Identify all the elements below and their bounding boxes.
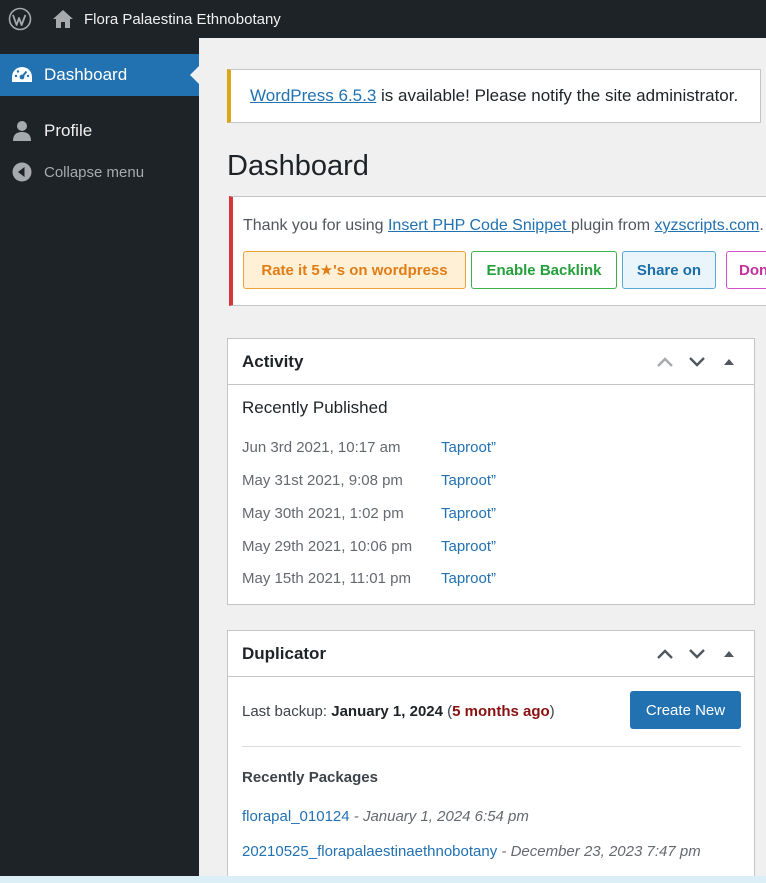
recently-published-heading: Recently Published [242, 398, 388, 417]
admin-bar: Flora Palaestina Ethnobotany [0, 0, 766, 38]
separator: - [497, 843, 511, 860]
enable-backlink-button[interactable]: Enable Backlink [471, 251, 617, 289]
move-up-icon[interactable] [652, 641, 678, 667]
plugin-link[interactable]: Insert PHP Code Snippet [388, 217, 571, 234]
plugin-notice-message: Thank you for using Insert PHP Code Snip… [243, 217, 764, 235]
notice-text: Thank you for using [243, 217, 388, 234]
widget-title: Duplicator [242, 643, 327, 663]
list-item: May 15th 2021, 11:01 pm Taproot” [242, 570, 496, 587]
activity-widget: Activity Recently Published Jun 3rd 2021… [227, 338, 755, 605]
post-title-link[interactable]: Taproot” [441, 439, 496, 456]
post-date: Jun 3rd 2021, 10:17 am [242, 439, 401, 456]
toggle-panel-icon[interactable] [716, 349, 742, 375]
collapse-menu-button[interactable]: Collapse menu [0, 155, 199, 189]
sidebar-item-label: Collapse menu [44, 163, 145, 181]
package-date: December 23, 2023 7:47 pm [510, 843, 701, 860]
post-date: May 31st 2021, 9:08 pm [242, 472, 403, 489]
site-name-link[interactable]: Flora Palaestina Ethnobotany [40, 0, 287, 38]
last-backup-text: Last backup: January 1, 2024 (5 months a… [242, 703, 555, 720]
package-link[interactable]: florapal_010124 [242, 808, 350, 825]
recent-packages-heading: Recently Packages [242, 769, 378, 786]
widget-header: Duplicator [228, 631, 754, 677]
create-new-button[interactable]: Create New [630, 691, 741, 729]
sidebar-item-label: Profile [44, 121, 93, 140]
wordpress-logo-icon[interactable] [0, 0, 40, 38]
package-date: January 1, 2024 6:54 pm [362, 808, 529, 825]
list-item: 20210525_florapalaestinaethnobotany - De… [242, 843, 701, 860]
site-name: Flora Palaestina Ethnobotany [84, 10, 281, 28]
duplicator-widget: Duplicator Last backup: January 1, 2024 … [227, 630, 755, 883]
wordpress-update-link[interactable]: WordPress 6.5.3 [250, 86, 376, 105]
notice-text: . [759, 217, 764, 234]
donate-button[interactable]: Don [726, 251, 766, 289]
package-link[interactable]: 20210525_florapalaestinaethnobotany [242, 843, 497, 860]
sidebar-item-profile[interactable]: Profile [0, 111, 199, 151]
admin-sidebar: Dashboard Profile Collapse menu [0, 38, 199, 883]
backup-date: January 1, 2024 [331, 703, 443, 720]
post-date: May 29th 2021, 10:06 pm [242, 538, 413, 555]
backup-label: Last backup: [242, 703, 332, 720]
widget-title: Activity [242, 351, 304, 371]
paren: ) [549, 703, 555, 720]
toggle-panel-icon[interactable] [716, 641, 742, 667]
paren: ( [442, 703, 453, 720]
list-item: May 31st 2021, 9:08 pm Taproot” [242, 472, 496, 489]
sidebar-item-dashboard[interactable]: Dashboard [0, 54, 199, 96]
share-button[interactable]: Share on [622, 251, 716, 289]
divider [242, 746, 741, 747]
post-title-link[interactable]: Taproot” [441, 505, 496, 522]
home-icon [53, 10, 73, 28]
rate-plugin-button[interactable]: Rate it 5★'s on wordpress [243, 251, 466, 289]
separator: - [349, 808, 363, 825]
notice-text: plugin from [570, 217, 655, 234]
post-title-link[interactable]: Taproot” [441, 472, 496, 489]
list-item: May 30th 2021, 1:02 pm Taproot” [242, 505, 496, 522]
dashboard-icon [10, 63, 34, 87]
post-title-link[interactable]: Taproot” [441, 538, 496, 555]
move-up-icon[interactable] [652, 349, 678, 375]
page-title: Dashboard [227, 150, 369, 182]
xyzscripts-link[interactable]: xyzscripts.com [654, 217, 759, 234]
list-item: florapal_010124 - January 1, 2024 6:54 p… [242, 808, 529, 825]
post-date: May 15th 2021, 11:01 pm [242, 570, 411, 587]
user-icon [10, 119, 34, 143]
move-down-icon[interactable] [684, 641, 710, 667]
widget-header: Activity [228, 339, 754, 385]
list-item: May 29th 2021, 10:06 pm Taproot” [242, 538, 496, 555]
list-item: Jun 3rd 2021, 10:17 am Taproot” [242, 439, 496, 456]
plugin-notice: Thank you for using Insert PHP Code Snip… [229, 196, 766, 306]
update-notice: WordPress 6.5.3 is available! Please not… [227, 69, 761, 123]
collapse-icon [10, 160, 34, 184]
update-notice-text: is available! Please notify the site adm… [376, 86, 739, 105]
bottom-strip [0, 876, 766, 883]
backup-age: 5 months ago [452, 703, 550, 720]
move-down-icon[interactable] [684, 349, 710, 375]
main-content: WordPress 6.5.3 is available! Please not… [199, 38, 766, 883]
post-title-link[interactable]: Taproot” [441, 570, 496, 587]
sidebar-item-label: Dashboard [44, 65, 128, 84]
post-date: May 30th 2021, 1:02 pm [242, 505, 404, 522]
